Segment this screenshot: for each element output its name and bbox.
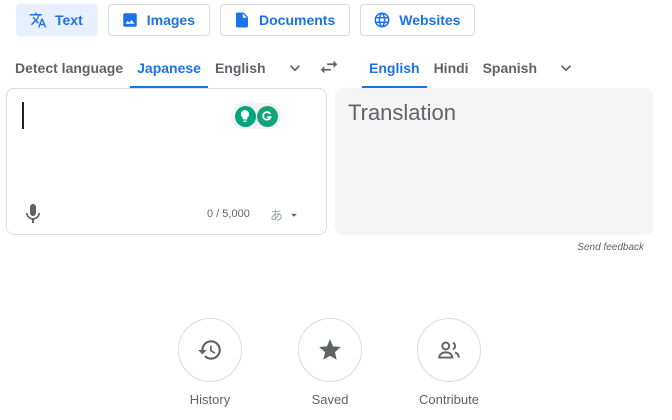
character-count: 0 / 5,000 <box>207 208 250 220</box>
document-icon <box>233 11 251 29</box>
target-language-bar: English Hindi Spanish <box>362 48 588 88</box>
target-lang-hindi[interactable]: Hindi <box>427 48 476 88</box>
input-tools-button[interactable]: あ <box>270 205 301 224</box>
translation-output-area: Translation <box>335 88 653 235</box>
chevron-down-icon <box>289 65 300 72</box>
target-lang-spanish[interactable]: Spanish <box>476 48 544 88</box>
documents-mode-label: Documents <box>259 12 336 28</box>
text-cursor <box>22 102 24 129</box>
star-icon <box>319 339 341 360</box>
contribute-action[interactable]: Contribute <box>404 318 494 407</box>
grammarly-icon <box>262 111 272 121</box>
target-lang-english[interactable]: English <box>362 48 427 88</box>
swap-languages-button[interactable] <box>316 56 342 78</box>
text-mode-label: Text <box>55 12 83 28</box>
history-action[interactable]: History <box>165 318 255 407</box>
history-label: History <box>189 392 231 407</box>
contribute-button[interactable] <box>417 318 481 382</box>
lightbulb-icon <box>240 110 250 122</box>
contribute-label: Contribute <box>419 392 479 407</box>
saved-action[interactable]: Saved <box>285 318 375 407</box>
voice-input-button[interactable] <box>21 202 45 226</box>
source-lang-japanese[interactable]: Japanese <box>130 48 208 88</box>
target-more-languages-button[interactable] <box>544 48 588 88</box>
source-text-area[interactable]: 0 / 5,000 あ <box>6 88 327 235</box>
saved-label: Saved <box>311 392 349 407</box>
microphone-icon <box>26 204 40 223</box>
caret-down-icon <box>291 213 297 217</box>
grammarly-extension-button[interactable] <box>256 105 278 127</box>
swap-icon <box>320 60 338 74</box>
send-feedback-link[interactable]: Send feedback <box>577 242 644 253</box>
lightbulb-extension-button[interactable] <box>234 105 256 127</box>
source-more-languages-button[interactable] <box>273 48 317 88</box>
history-button[interactable] <box>178 318 242 382</box>
documents-mode-button[interactable]: Documents <box>220 4 351 36</box>
chevron-down-icon <box>561 65 572 72</box>
history-icon <box>198 340 221 360</box>
input-method-glyph: あ <box>270 209 284 224</box>
source-language-bar: Detect language Japanese English <box>8 48 317 88</box>
images-mode-button[interactable]: Images <box>107 4 210 36</box>
text-mode-button[interactable]: Text <box>16 4 98 36</box>
images-mode-label: Images <box>146 12 195 28</box>
source-lang-detect[interactable]: Detect language <box>8 48 130 88</box>
translation-placeholder: Translation <box>348 100 457 125</box>
websites-mode-label: Websites <box>399 12 461 28</box>
image-icon <box>121 11 139 29</box>
translate-icon <box>29 11 47 29</box>
people-icon <box>438 341 460 359</box>
globe-icon <box>373 11 391 29</box>
source-lang-english[interactable]: English <box>208 48 273 88</box>
extension-buttons <box>231 103 281 129</box>
saved-button[interactable] <box>298 318 362 382</box>
mode-tabs: Text Images Documents Websites <box>16 4 476 36</box>
websites-mode-button[interactable]: Websites <box>360 4 476 36</box>
